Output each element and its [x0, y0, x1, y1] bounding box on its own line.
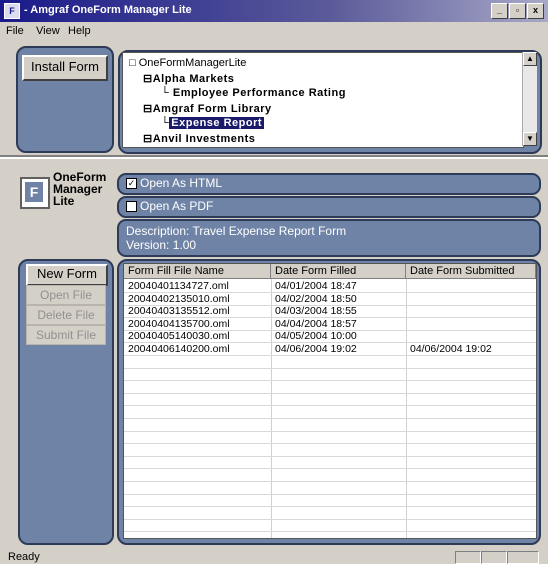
column-header-date-filled[interactable]: Date Form Filled — [271, 264, 406, 279]
table-row[interactable] — [124, 431, 536, 445]
status-panel — [507, 551, 539, 564]
window-controls: _ ▫ x — [491, 3, 544, 19]
table-cell: 20040404135700.oml — [128, 317, 230, 330]
table-row[interactable] — [124, 406, 536, 419]
menu-file[interactable]: File — [6, 25, 24, 37]
table-cell: 04/06/2004 19:02 — [275, 343, 357, 355]
tree-root[interactable]: □ OneFormManagerLite — [129, 57, 246, 69]
open-as-html-checkbox[interactable]: ✓ — [126, 178, 137, 189]
table-row[interactable]: 20040401134727.oml 04/01/2004 18:47 — [124, 280, 536, 293]
table-row[interactable]: 20040402135010.oml 04/02/2004 18:50 — [124, 293, 536, 306]
table-row[interactable] — [124, 393, 536, 407]
table-cell: 20040405140030.oml — [128, 330, 230, 343]
tree-node-alpha-markets[interactable]: ⊟Alpha Markets — [143, 72, 234, 85]
scroll-up-icon[interactable]: ▲ — [523, 52, 537, 66]
table-cell: 20040406140200.oml — [128, 343, 230, 355]
submit-file-button[interactable]: Submit File — [26, 325, 106, 345]
table-row[interactable] — [124, 456, 536, 470]
tree-scrollbar[interactable]: ▲ ▼ — [522, 52, 537, 146]
table-cell: 20040403135512.oml — [128, 305, 230, 318]
file-table[interactable]: Form Fill File Name Date Form Filled Dat… — [123, 263, 537, 539]
table-row[interactable]: 20040405140030.oml 04/05/2004 10:00 — [124, 330, 536, 344]
status-text: Ready — [8, 551, 40, 563]
tree-node-amgraf-form-library[interactable]: ⊟Amgraf Form Library — [143, 102, 272, 115]
tree-node-employee-performance-rating[interactable]: └ Employee Performance Rating — [161, 87, 346, 99]
table-row[interactable]: 20040404135700.oml 04/04/2004 18:57 — [124, 318, 536, 331]
close-button[interactable]: x — [527, 3, 544, 19]
minimize-button[interactable]: _ — [491, 3, 508, 19]
new-form-button[interactable]: New Form — [26, 264, 108, 286]
open-as-html-option[interactable]: ✓ Open As HTML — [117, 173, 541, 195]
table-cell: 04/01/2004 18:47 — [275, 280, 357, 292]
table-cell: 04/03/2004 18:55 — [275, 305, 357, 318]
table-row[interactable] — [124, 507, 536, 520]
menu-view[interactable]: View — [36, 25, 60, 37]
table-row[interactable] — [124, 444, 536, 457]
table-row[interactable] — [124, 381, 536, 394]
open-file-button[interactable]: Open File — [26, 285, 106, 305]
form-tree[interactable]: □ OneFormManagerLite ⊟Alpha Markets └ Em… — [122, 52, 524, 148]
title-bar: F - Amgraf OneForm Manager Lite _ ▫ x — [0, 0, 548, 22]
table-row[interactable] — [124, 482, 536, 495]
table-row[interactable]: 20040403135512.oml 04/03/2004 18:55 — [124, 305, 536, 319]
maximize-button[interactable]: ▫ — [509, 3, 526, 19]
logo-text: OneForm Manager Lite — [53, 170, 107, 208]
status-panel — [481, 551, 507, 564]
status-panel — [455, 551, 481, 564]
tree-expander-icon[interactable]: ⊟ — [143, 103, 153, 115]
window-title: - Amgraf OneForm Manager Lite — [24, 4, 192, 16]
install-form-button[interactable]: Install Form — [22, 55, 108, 81]
table-row[interactable]: 20040406140200.oml 04/06/2004 19:02 04/06/… — [124, 343, 536, 356]
menu-bar: File View Help — [0, 22, 548, 40]
table-cell: 20040402135010.oml — [128, 292, 230, 305]
table-cell: 04/02/2004 18:50 — [275, 292, 357, 305]
tree-expander-icon[interactable]: ⊟ — [143, 73, 153, 85]
open-as-pdf-checkbox[interactable] — [126, 201, 137, 212]
table-cell: 04/06/2004 19:02 — [410, 343, 492, 355]
table-cell: 04/04/2004 18:57 — [275, 317, 357, 330]
table-row[interactable] — [124, 356, 536, 369]
menu-help[interactable]: Help — [68, 25, 91, 37]
table-row[interactable] — [124, 519, 536, 533]
tree-node-anvil-investments[interactable]: ⊟Anvil Investments — [143, 132, 255, 145]
tree-branch-icon: └ — [161, 87, 170, 99]
open-as-pdf-option[interactable]: Open As PDF — [117, 196, 541, 218]
table-cell: 04/05/2004 10:00 — [275, 330, 357, 343]
table-row[interactable] — [124, 469, 536, 482]
tree-node-expense-report[interactable]: └ Expense Report — [161, 117, 265, 129]
tree-expander-icon[interactable]: ⊟ — [143, 133, 153, 145]
open-as-pdf-label: Open As PDF — [140, 199, 214, 213]
scroll-down-icon[interactable]: ▼ — [523, 132, 537, 146]
description-text: Description: Travel Expense Report Form — [126, 224, 347, 238]
open-as-html-label: Open As HTML — [140, 176, 223, 190]
table-row[interactable] — [124, 494, 536, 508]
version-text: Version: 1.00 — [126, 238, 197, 252]
table-row[interactable] — [124, 368, 536, 382]
table-cell: 20040401134727.oml — [128, 280, 229, 292]
column-header-file-name[interactable]: Form Fill File Name — [124, 264, 271, 279]
oneform-logo: F — [20, 177, 50, 209]
app-icon[interactable]: F — [4, 3, 20, 19]
delete-file-button[interactable]: Delete File — [26, 305, 106, 325]
column-header-date-submitted[interactable]: Date Form Submitted — [406, 264, 536, 279]
table-row[interactable] — [124, 419, 536, 432]
tree-collapse-icon[interactable]: □ — [129, 57, 136, 69]
form-description: Description: Travel Expense Report Form … — [117, 219, 541, 257]
status-bar: Ready — [0, 549, 548, 564]
